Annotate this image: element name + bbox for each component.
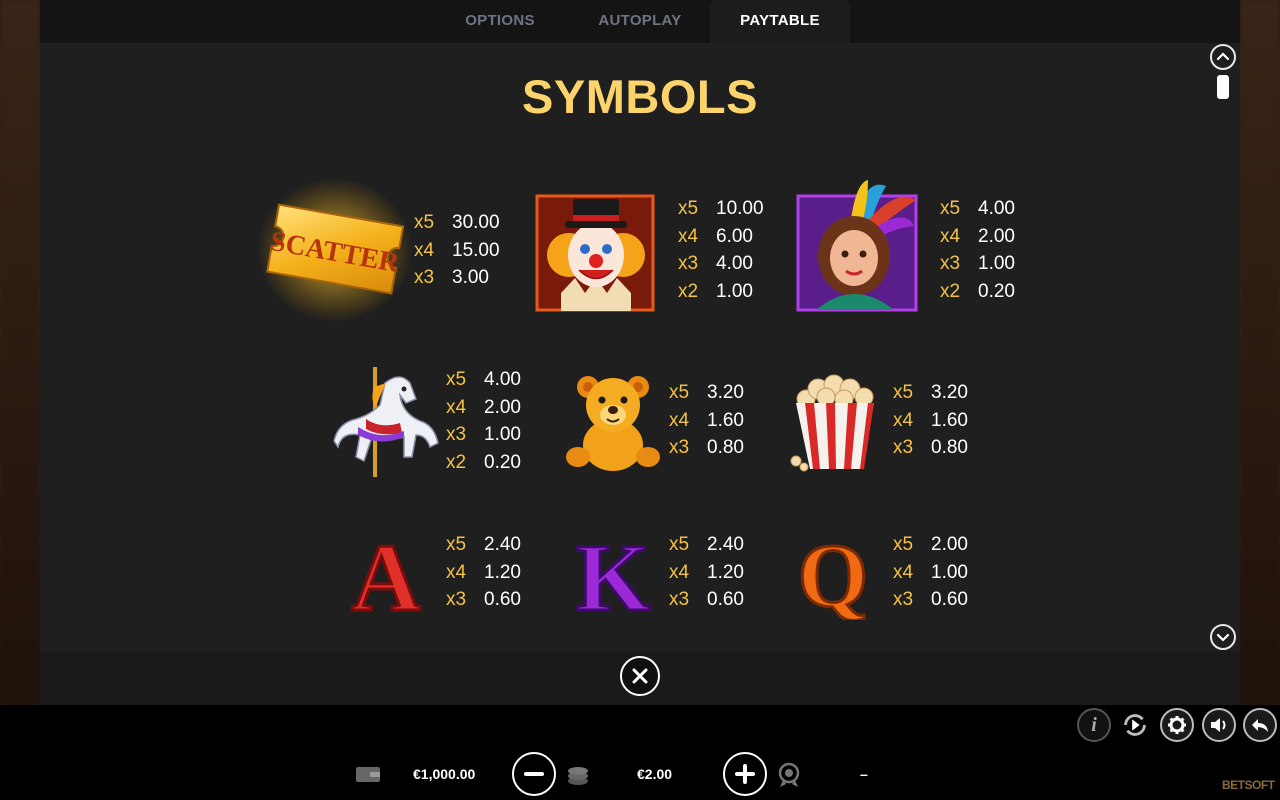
- tab-paytable[interactable]: PAYTABLE: [710, 0, 850, 43]
- gear-icon: [1168, 716, 1186, 734]
- letter-a: A: [351, 530, 420, 620]
- brand-logo: BETSOFT: [1222, 778, 1275, 792]
- coins-icon: [566, 763, 590, 791]
- info-icon: i: [1091, 713, 1097, 736]
- paytable-clown: x5 10.00 x4 6.00 x3 4.00 x2 1.00: [678, 198, 764, 302]
- teddy-bear-icon: [566, 373, 660, 473]
- plus-icon: [735, 764, 755, 784]
- clown-icon: [535, 193, 657, 313]
- scatter-ticket-icon: SCATTER: [257, 175, 413, 325]
- increase-bet-button[interactable]: [723, 752, 767, 796]
- tab-bar: OPTIONS AUTOPLAY PAYTABLE: [40, 0, 1240, 43]
- win-value: –: [860, 766, 868, 782]
- sound-button[interactable]: [1202, 708, 1236, 742]
- close-icon: [632, 668, 648, 684]
- page-title: SYMBOLS: [522, 70, 758, 123]
- letter-a-icon: A: [340, 523, 432, 633]
- win-badge-icon: [777, 762, 801, 792]
- tab-autoplay[interactable]: AUTOPLAY: [570, 0, 710, 43]
- paytable-carousel-horse: x5 4.00 x4 2.00 x3 1.00 x2 0.20: [446, 369, 521, 473]
- decrease-bet-button[interactable]: [512, 752, 556, 796]
- wallet-icon: [355, 765, 381, 787]
- back-button[interactable]: [1243, 708, 1277, 742]
- paytable-scatter: x5 30.00 x4 15.00 x3 3.00: [414, 212, 500, 288]
- autoplay-icon: [1124, 714, 1146, 736]
- back-arrow-icon: [1252, 719, 1268, 732]
- paytable-ace: x5 2.40 x4 1.20 x3 0.60: [446, 534, 521, 610]
- settings-button[interactable]: [1160, 708, 1194, 742]
- showgirl-icon: [796, 178, 921, 313]
- letter-q-icon: Q: [792, 526, 874, 628]
- autoplay-button[interactable]: [1118, 708, 1152, 742]
- letter-k-icon: K: [567, 523, 659, 633]
- info-panel: OPTIONS AUTOPLAY PAYTABLE SYMBOLS SCATTE…: [40, 0, 1240, 705]
- paytable-king: x5 2.40 x4 1.20 x3 0.60: [669, 534, 744, 610]
- paytable-showgirl: x5 4.00 x4 2.00 x3 1.00 x2 0.20: [940, 198, 1015, 302]
- close-button[interactable]: [620, 656, 660, 696]
- paytable-popcorn: x5 3.20 x4 1.60 x3 0.80: [893, 382, 968, 458]
- letter-k: K: [576, 530, 651, 620]
- balance-value: €1,000.00: [413, 766, 476, 782]
- info-button[interactable]: i: [1077, 708, 1111, 742]
- carousel-horse-icon: [330, 365, 445, 480]
- control-bar: i €1,000.00 €2.00 –: [0, 705, 1280, 800]
- tab-options[interactable]: OPTIONS: [430, 0, 570, 43]
- speaker-icon: [1211, 718, 1226, 732]
- game-screen: OPTIONS AUTOPLAY PAYTABLE SYMBOLS SCATTE…: [0, 0, 1280, 800]
- bet-value: €2.00: [637, 766, 673, 782]
- chevron-up-icon[interactable]: [1210, 44, 1236, 70]
- background-left: [0, 0, 40, 705]
- chevron-down-icon[interactable]: [1210, 624, 1236, 650]
- background-right: [1240, 0, 1280, 705]
- paytable-teddy-bear: x5 3.20 x4 1.60 x3 0.80: [669, 382, 744, 458]
- popcorn-icon: [788, 373, 883, 473]
- minus-icon: [524, 772, 544, 776]
- scrollbar-thumb[interactable]: [1217, 75, 1229, 99]
- letter-q: Q: [798, 530, 868, 620]
- paytable-content[interactable]: SYMBOLS SCATTER x5 30.00 x4 15.00 x3 3.0…: [40, 43, 1240, 651]
- paytable-queen: x5 2.00 x4 1.00 x3 0.60: [893, 534, 968, 610]
